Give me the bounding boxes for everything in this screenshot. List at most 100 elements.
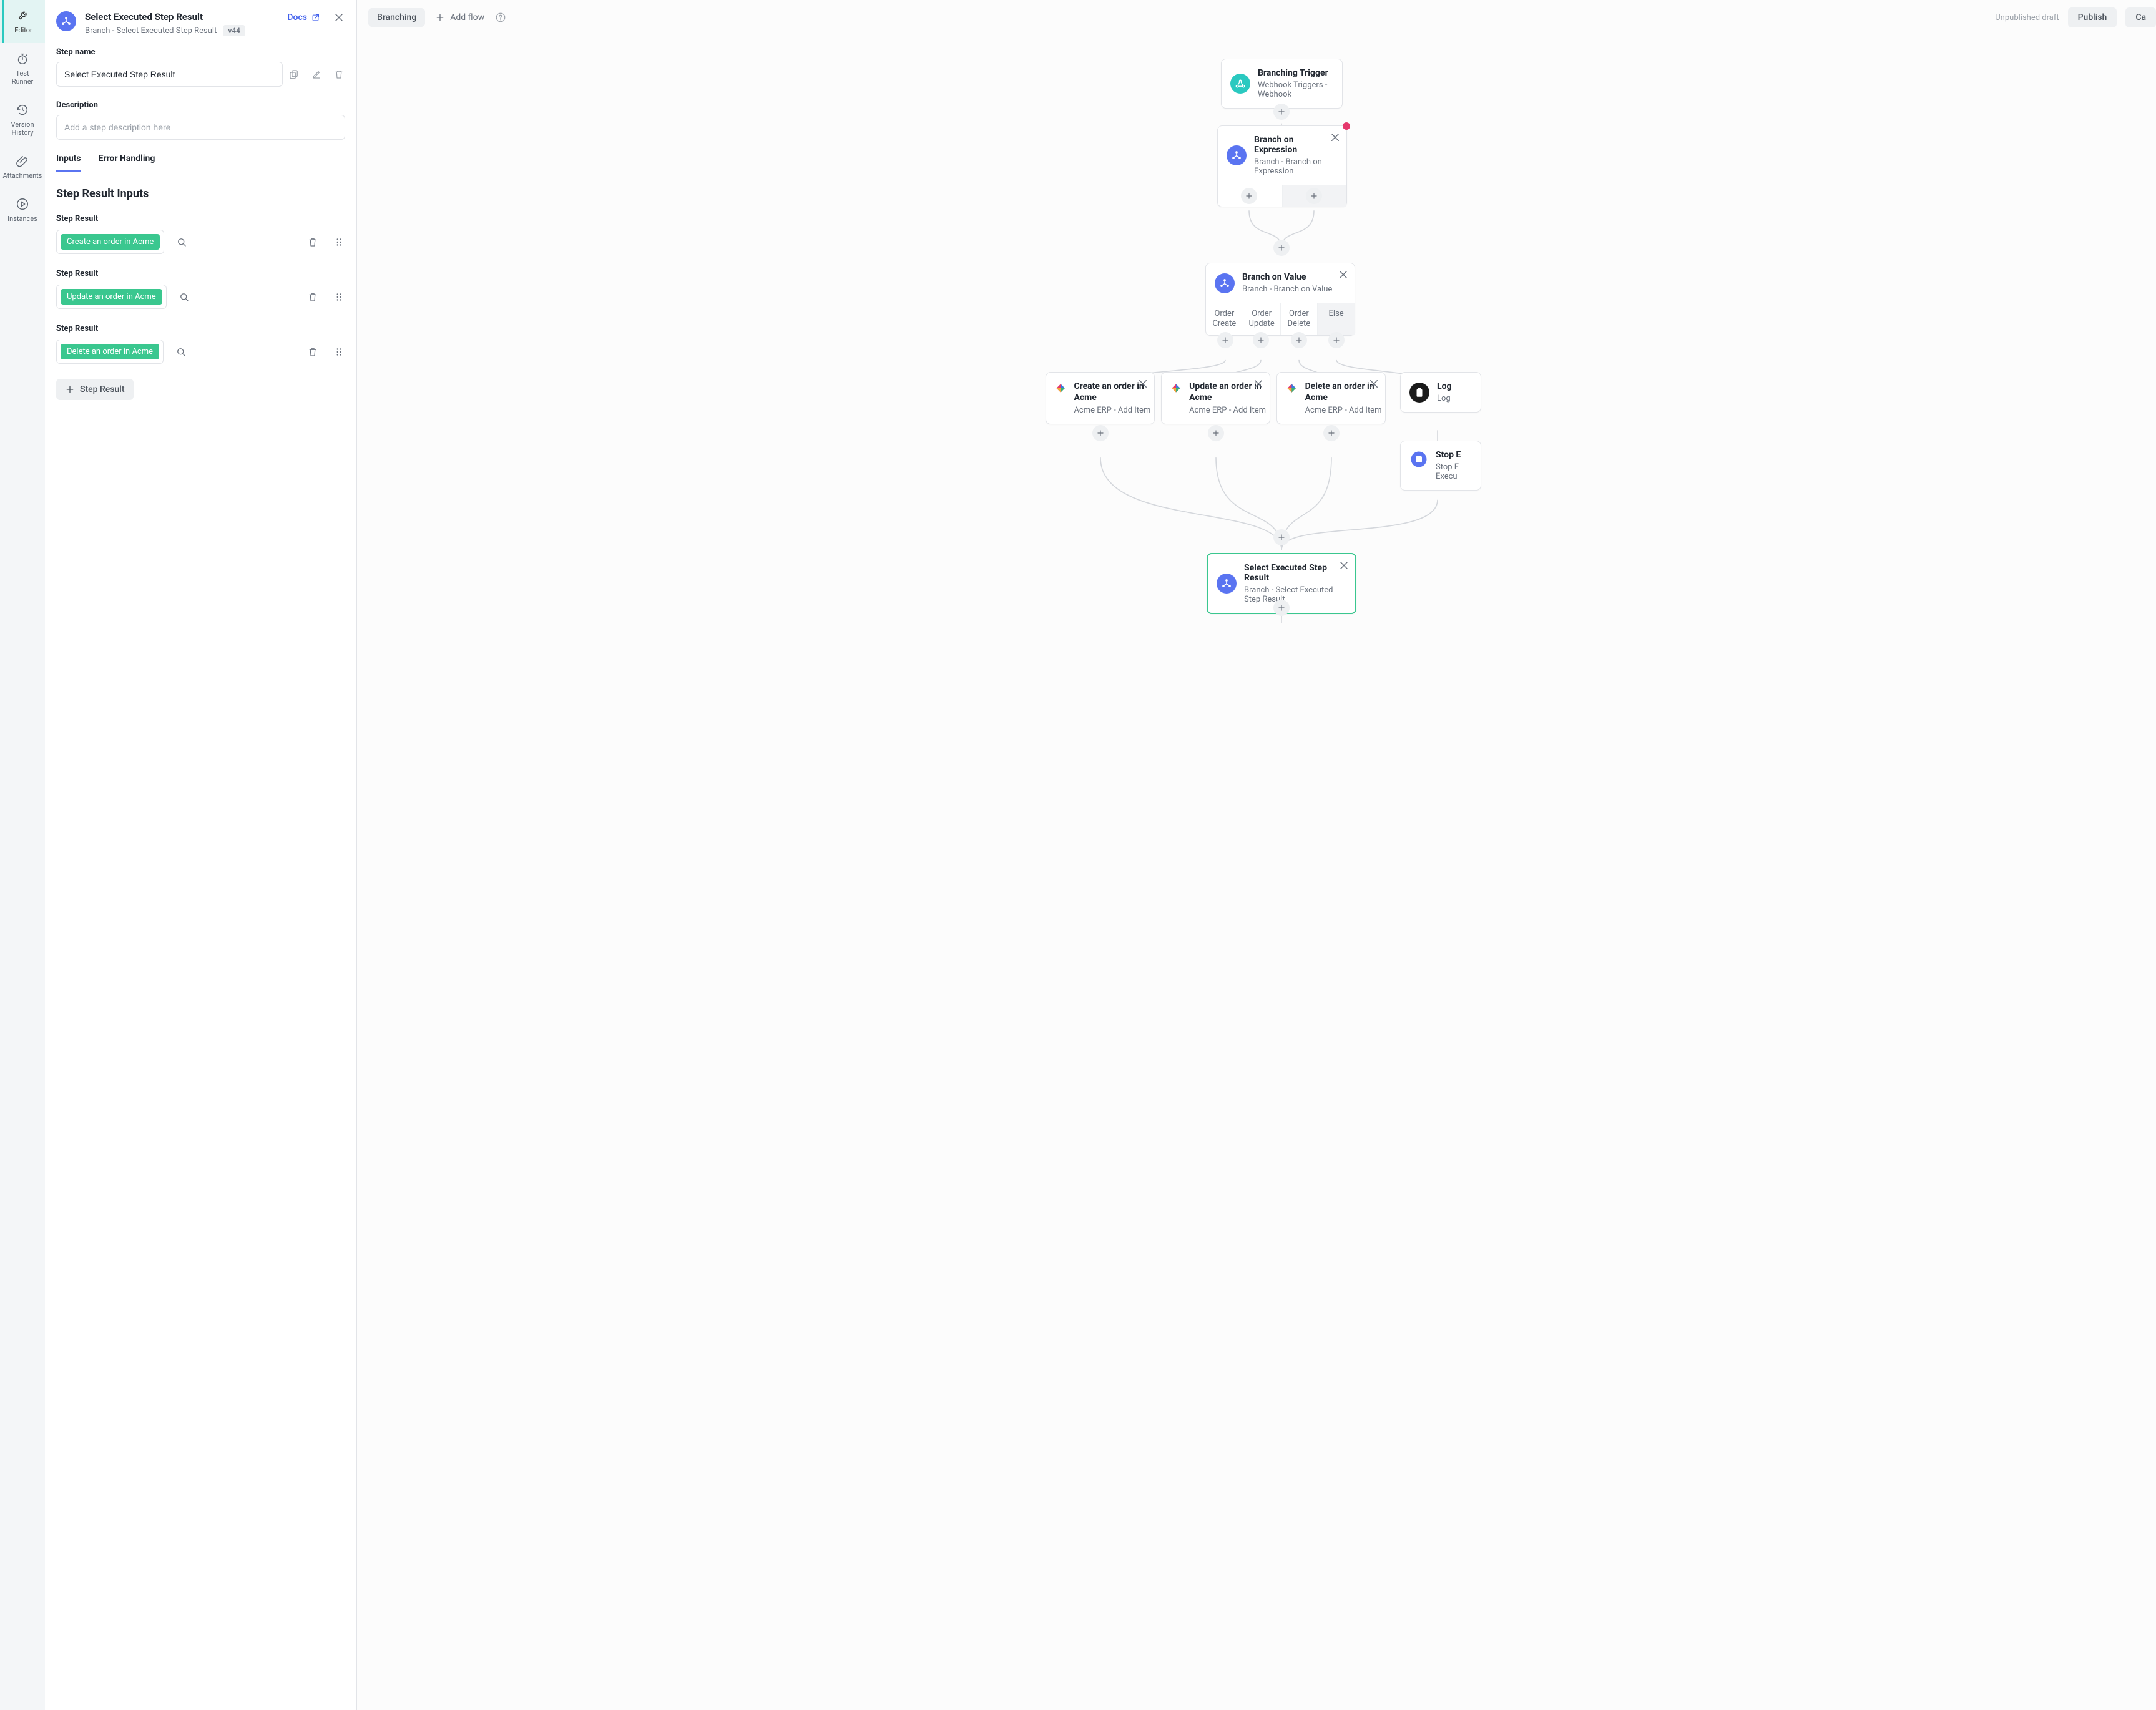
nav-editor-label: Editor [14,26,32,34]
step-result-label: Step Result [56,324,345,333]
nav-test-runner-label: Test Runner [12,69,34,86]
flow-tab-branching[interactable]: Branching [368,8,425,27]
flow-canvas-wrap: Branching Add flow Unpublished draft Pub… [357,0,2156,1710]
flow-canvas[interactable]: Branching Trigger Webhook Triggers - Web… [1032,35,1481,659]
nav-attachments[interactable]: Attachments [0,145,45,188]
add-step-button[interactable] [1291,332,1307,348]
node-update-order[interactable]: Update an order in Acme Acme ERP - Add I… [1161,372,1270,424]
branch-icon [1215,273,1235,293]
add-step-button[interactable] [1328,332,1345,348]
publish-button[interactable]: Publish [2068,7,2117,27]
branch-segment-else[interactable]: Else [1318,303,1355,335]
description-input[interactable] [56,115,345,140]
tab-inputs[interactable]: Inputs [56,154,81,172]
cancel-button[interactable]: Ca [2125,7,2156,27]
panel-title: Select Executed Step Result [85,11,278,22]
add-step-button[interactable] [1273,600,1290,616]
error-indicator-icon [1343,122,1350,130]
step-result-1: Step Result Update an order in Acme [56,269,345,309]
add-step-button[interactable] [1273,240,1290,256]
section-title: Step Result Inputs [56,187,345,200]
node-branch-on-expression[interactable]: Branch on Expression Branch - Branch on … [1217,125,1347,207]
step-result-search-button[interactable] [175,346,187,358]
nav-editor[interactable]: Editor [0,0,45,43]
step-name-input[interactable] [56,62,283,87]
node-delete-button[interactable] [1329,131,1341,144]
nav-instances[interactable]: Instances [0,188,45,232]
acme-logo-icon [1170,381,1182,395]
trash-icon [333,69,345,80]
node-delete-button[interactable] [1137,378,1149,390]
step-result-value-box[interactable]: Create an order in Acme [56,230,164,254]
close-icon [1137,378,1149,389]
node-subtitle: Acme ERP - Add Item [1074,406,1154,415]
add-step-button[interactable] [1208,425,1224,441]
add-flow-button[interactable]: Add flow [435,12,484,22]
trash-icon [307,346,318,358]
node-delete-button[interactable] [1337,268,1350,281]
edit-step-button[interactable] [310,68,323,81]
node-subtitle: Acme ERP - Add Item [1189,406,1269,415]
search-icon [179,291,190,303]
step-result-search-button[interactable] [175,236,188,248]
add-step-result-button[interactable]: Step Result [56,379,134,400]
plus-icon [435,12,445,22]
add-step-button[interactable] [1273,529,1290,545]
node-stop-execution[interactable]: Stop E Stop E Execu [1400,441,1481,491]
step-result-pill: Create an order in Acme [61,234,160,250]
nav-version-history-label: Version History [11,120,34,137]
add-flow-label: Add flow [450,12,484,22]
node-delete-order[interactable]: Delete an order in Acme Acme ERP - Add I… [1276,372,1386,424]
copy-step-button[interactable] [288,68,300,81]
step-result-drag-handle[interactable] [333,236,345,248]
branch-segment-order-delete[interactable]: Order Delete [1281,303,1318,335]
trash-icon [307,291,318,303]
panel-titles: Select Executed Step Result Branch - Sel… [85,11,278,36]
help-icon [495,12,506,23]
step-result-drag-handle[interactable] [333,291,345,303]
step-result-delete-button[interactable] [306,236,319,248]
add-step-button[interactable] [1092,425,1109,441]
node-delete-button[interactable] [1368,378,1380,390]
add-step-button[interactable] [1217,332,1233,348]
step-result-pill: Update an order in Acme [61,289,162,305]
node-create-order[interactable]: Create an order in Acme Acme ERP - Add I… [1046,372,1155,424]
add-step-button[interactable] [1323,425,1340,441]
webhook-icon [1230,74,1250,94]
delete-step-button[interactable] [333,68,345,81]
node-branching-trigger[interactable]: Branching Trigger Webhook Triggers - Web… [1221,59,1343,109]
close-icon [1253,378,1264,389]
docs-link[interactable]: Docs [287,12,320,22]
step-result-delete-button[interactable] [306,291,319,303]
panel-header: Select Executed Step Result Branch - Sel… [45,0,356,45]
close-panel-button[interactable] [333,11,345,24]
add-step-button[interactable] [1306,188,1322,204]
step-result-0: Step Result Create an order in Acme [56,214,345,254]
tab-error-handling[interactable]: Error Handling [99,154,155,172]
node-delete-button[interactable] [1338,559,1350,572]
node-delete-button[interactable] [1252,378,1265,390]
close-icon [1338,560,1350,571]
help-button[interactable] [494,11,507,24]
node-log[interactable]: Log Log [1400,372,1481,413]
description-label: Description [56,100,345,110]
node-branch-on-value[interactable]: Branch on Value Branch - Branch on Value… [1205,263,1355,336]
add-step-button[interactable] [1253,332,1269,348]
search-icon [176,237,187,248]
branch-segment-order-create[interactable]: Order Create [1206,303,1243,335]
step-result-label: Step Result [56,269,345,278]
add-step-button[interactable] [1241,188,1257,204]
branch-segment-order-update[interactable]: Order Update [1243,303,1281,335]
step-result-value-box[interactable]: Update an order in Acme [56,285,167,309]
step-result-delete-button[interactable] [306,346,319,358]
nav-version-history[interactable]: Version History [0,94,45,145]
node-subtitle: Acme ERP - Add Item [1305,406,1384,415]
node-subtitle: Branch - Branch on Value [1242,285,1332,294]
step-result-search-button[interactable] [178,291,190,303]
step-result-drag-handle[interactable] [333,346,345,358]
add-step-button[interactable] [1273,104,1290,120]
node-subtitle: Stop E Execu [1436,462,1461,481]
step-result-value-box[interactable]: Delete an order in Acme [56,340,164,364]
node-title: Stop E [1436,450,1461,460]
nav-test-runner[interactable]: Test Runner [0,43,45,94]
